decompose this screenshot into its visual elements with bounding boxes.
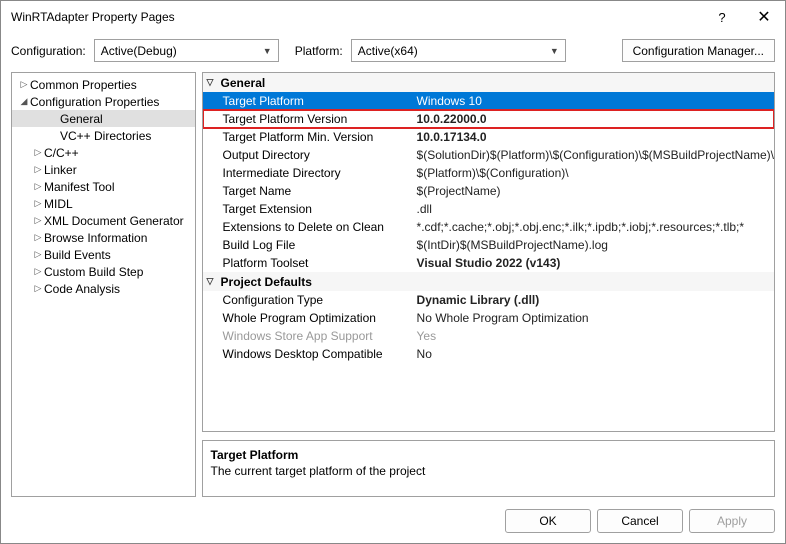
dialog: WinRTAdapter Property Pages ? ✕ Configur… [0,0,786,544]
property-row[interactable]: Whole Program OptimizationNo Whole Progr… [203,309,774,327]
property-row[interactable]: Windows Store App SupportYes [203,327,774,345]
property-row[interactable]: Target Platform Version10.0.22000.0 [203,110,774,128]
desc-title: Target Platform [211,448,766,462]
tree-item[interactable]: ▷Common Properties [12,76,195,93]
expand-icon: ▷ [32,215,44,226]
collapse-icon: ▽ [207,276,221,287]
property-value[interactable]: Dynamic Library (.dll) [415,293,774,307]
tree-item[interactable]: General [12,110,195,127]
platform-combo[interactable]: Active(x64) ▼ [351,39,566,62]
tree-item[interactable]: ▷MIDL [12,195,195,212]
property-label: Target Platform [203,94,415,108]
config-value: Active(Debug) [101,44,177,58]
config-label: Configuration: [11,44,86,58]
property-value[interactable]: .dll [415,202,774,216]
section-header[interactable]: ▽General [203,73,774,92]
footer: OK Cancel Apply [1,499,785,543]
property-row[interactable]: Extensions to Delete on Clean*.cdf;*.cac… [203,218,774,236]
property-row[interactable]: Windows Desktop CompatibleNo [203,345,774,363]
property-row[interactable]: Target Extension.dll [203,200,774,218]
expand-icon: ◢ [18,96,30,107]
desc-text: The current target platform of the proje… [211,464,766,478]
property-label: Output Directory [203,148,415,162]
property-label: Extensions to Delete on Clean [203,220,415,234]
expand-icon: ▷ [32,164,44,175]
property-value[interactable]: $(ProjectName) [415,184,774,198]
property-row[interactable]: Output Directory$(SolutionDir)$(Platform… [203,146,774,164]
help-button[interactable]: ? [701,1,743,33]
tree-item[interactable]: ▷Code Analysis [12,280,195,297]
window-title: WinRTAdapter Property Pages [11,10,701,24]
property-label: Windows Store App Support [203,329,415,343]
property-value[interactable]: Windows 10 [415,94,774,108]
toolbar: Configuration: Active(Debug) ▼ Platform:… [1,33,785,68]
tree-item[interactable]: ▷Build Events [12,246,195,263]
expand-icon: ▷ [32,147,44,158]
description-panel: Target Platform The current target platf… [202,440,775,497]
property-row[interactable]: Intermediate Directory$(Platform)\$(Conf… [203,164,774,182]
collapse-icon: ▽ [207,77,221,88]
ok-button[interactable]: OK [505,509,591,533]
property-value[interactable]: No Whole Program Optimization [415,311,774,325]
property-label: Target Name [203,184,415,198]
property-label: Target Platform Version [203,112,415,126]
property-value[interactable]: *.cdf;*.cache;*.obj;*.obj.enc;*.ilk;*.ip… [415,220,774,234]
platform-value: Active(x64) [358,44,418,58]
cancel-button[interactable]: Cancel [597,509,683,533]
chevron-down-icon: ▼ [550,46,559,56]
property-row[interactable]: Target Name$(ProjectName) [203,182,774,200]
tree-item[interactable]: ▷XML Document Generator [12,212,195,229]
property-value[interactable]: Visual Studio 2022 (v143) [415,256,774,270]
property-label: Build Log File [203,238,415,252]
property-value[interactable]: $(SolutionDir)$(Platform)\$(Configuratio… [415,148,774,162]
section-header[interactable]: ▽Project Defaults [203,272,774,291]
property-row[interactable]: Target PlatformWindows 10 [203,92,774,110]
tree-item[interactable]: ▷Custom Build Step [12,263,195,280]
close-button[interactable]: ✕ [743,1,785,33]
titlebar: WinRTAdapter Property Pages ? ✕ [1,1,785,33]
property-label: Target Platform Min. Version [203,130,415,144]
expand-icon: ▷ [32,283,44,294]
chevron-down-icon: ▼ [263,46,272,56]
property-label: Intermediate Directory [203,166,415,180]
property-row[interactable]: Build Log File$(IntDir)$(MSBuildProjectN… [203,236,774,254]
property-row[interactable]: Configuration TypeDynamic Library (.dll) [203,291,774,309]
property-label: Windows Desktop Compatible [203,347,415,361]
platform-label: Platform: [295,44,343,58]
property-label: Target Extension [203,202,415,216]
expand-icon: ▷ [32,198,44,209]
nav-tree[interactable]: ▷Common Properties◢Configuration Propert… [11,72,196,497]
property-value[interactable]: Yes [415,329,774,343]
expand-icon: ▷ [18,79,30,90]
property-value[interactable]: No [415,347,774,361]
property-label: Whole Program Optimization [203,311,415,325]
property-value[interactable]: $(Platform)\$(Configuration)\ [415,166,774,180]
property-value[interactable]: 10.0.22000.0 [415,112,774,126]
tree-item[interactable]: ▷Manifest Tool [12,178,195,195]
expand-icon: ▷ [32,232,44,243]
property-grid[interactable]: ▽GeneralTarget PlatformWindows 10Target … [202,72,775,432]
apply-button[interactable]: Apply [689,509,775,533]
tree-item[interactable]: ▷C/C++ [12,144,195,161]
config-combo[interactable]: Active(Debug) ▼ [94,39,279,62]
config-manager-button[interactable]: Configuration Manager... [622,39,775,62]
expand-icon: ▷ [32,266,44,277]
tree-item[interactable]: VC++ Directories [12,127,195,144]
property-value[interactable]: $(IntDir)$(MSBuildProjectName).log [415,238,774,252]
tree-item[interactable]: ▷Browse Information [12,229,195,246]
property-value[interactable]: 10.0.17134.0 [415,130,774,144]
expand-icon: ▷ [32,249,44,260]
expand-icon: ▷ [32,181,44,192]
property-label: Platform Toolset [203,256,415,270]
tree-item[interactable]: ▷Linker [12,161,195,178]
property-label: Configuration Type [203,293,415,307]
property-row[interactable]: Target Platform Min. Version10.0.17134.0 [203,128,774,146]
property-row[interactable]: Platform ToolsetVisual Studio 2022 (v143… [203,254,774,272]
tree-item[interactable]: ◢Configuration Properties [12,93,195,110]
